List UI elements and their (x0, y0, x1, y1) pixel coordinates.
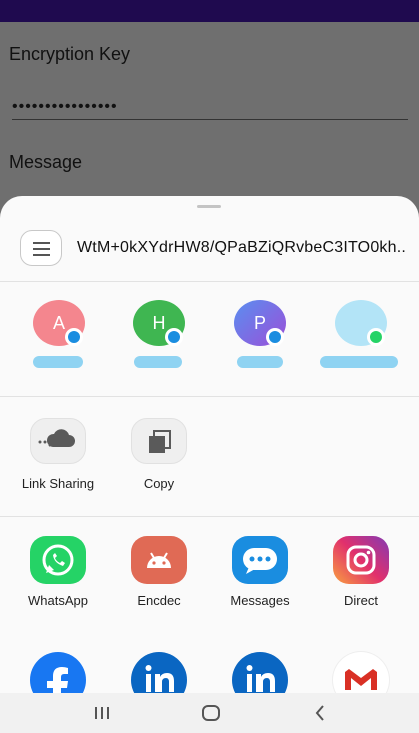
instagram-icon (333, 536, 389, 584)
recents-icon[interactable] (93, 704, 111, 727)
direct-label: Direct (344, 593, 378, 608)
contact-name-redacted (320, 356, 398, 368)
share-app-gmail[interactable] (318, 652, 404, 693)
share-sheet: WtM+0kXYdrHW8/QPaBZiQRvbeC3ITO0kh... A H… (0, 196, 419, 693)
message-badge-icon (65, 328, 83, 346)
share-app-direct[interactable]: Direct (318, 536, 404, 608)
share-header: WtM+0kXYdrHW8/QPaBZiQRvbeC3ITO0kh... (0, 224, 419, 280)
linkedin-icon (232, 652, 288, 693)
encryption-key-label: Encryption Key (9, 44, 131, 64)
copy-icon (131, 418, 187, 464)
facebook-icon (30, 652, 86, 693)
message-label: Message (9, 152, 83, 172)
message-badge-icon (165, 328, 183, 346)
copy-label: Copy (143, 476, 175, 491)
encryption-key-field[interactable]: •••••••••••••••• (12, 98, 118, 116)
encdec-label: Encdec (137, 593, 181, 608)
field-underline (12, 119, 408, 120)
home-icon[interactable] (201, 704, 221, 727)
shared-text-preview: WtM+0kXYdrHW8/QPaBZiQRvbeC3ITO0kh... (77, 239, 407, 256)
contact-name-redacted (237, 356, 283, 368)
contact-name-redacted (134, 356, 182, 368)
whatsapp-icon (30, 536, 86, 584)
divider (0, 281, 419, 282)
text-content-icon (20, 230, 62, 266)
share-app-facebook[interactable] (15, 652, 101, 693)
share-app-messages[interactable]: Messages (217, 536, 303, 608)
share-app-whatsapp[interactable]: WhatsApp (15, 536, 101, 608)
whatsapp-label: WhatsApp (28, 593, 88, 608)
divider (0, 396, 419, 397)
share-app-linkedin-1[interactable] (116, 652, 202, 693)
drag-handle[interactable] (197, 205, 221, 208)
linkedin-icon (131, 652, 187, 693)
contact-name-redacted (33, 356, 83, 368)
navigation-bar (0, 693, 419, 733)
gmail-icon (333, 652, 389, 693)
android-icon (131, 536, 187, 584)
cloud-link-icon (30, 418, 86, 464)
link-sharing-label: Link Sharing (21, 476, 95, 491)
share-app-linkedin-2[interactable] (217, 652, 303, 693)
copy-button[interactable]: Copy (114, 418, 204, 491)
messages-label: Messages (230, 593, 290, 608)
share-app-encdec[interactable]: Encdec (116, 536, 202, 608)
messages-icon (232, 536, 288, 584)
status-bar (0, 0, 419, 22)
app-background: Encryption Key •••••••••••••••• Message (0, 22, 419, 222)
message-badge-icon (266, 328, 284, 346)
whatsapp-badge-icon (367, 328, 385, 346)
divider (0, 516, 419, 517)
back-icon[interactable] (312, 704, 328, 727)
link-sharing-button[interactable]: Link Sharing (13, 418, 103, 491)
